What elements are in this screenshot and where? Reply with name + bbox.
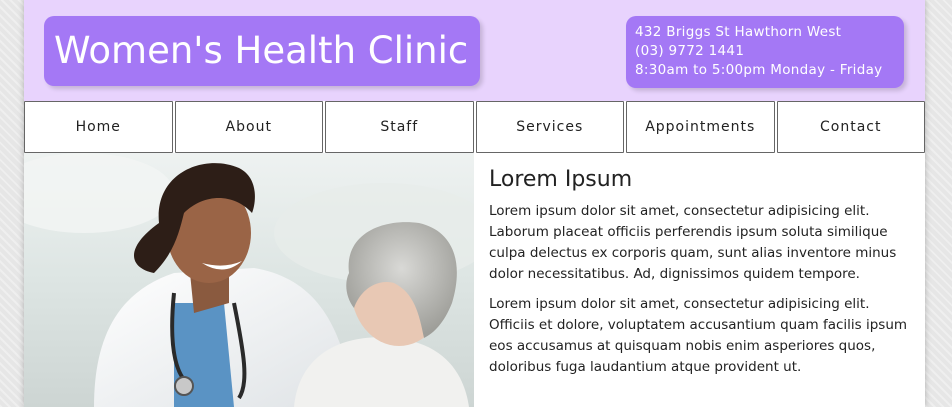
address-text: 432 Briggs St Hawthorn West — [635, 24, 842, 40]
phone-text: (03) 9772 1441 — [635, 43, 745, 59]
site-title: Women's Health Clinic — [54, 29, 469, 72]
nav-services[interactable]: Services — [475, 101, 624, 153]
main-content: Lorem Ipsum Lorem ipsum dolor sit amet, … — [489, 166, 914, 387]
hours-text: 8:30am to 5:00pm Monday - Friday — [635, 62, 883, 78]
nav-contact[interactable]: Contact — [776, 101, 925, 153]
main-nav: Home About Staff Services Appointments C… — [24, 101, 925, 153]
title-box: Women's Health Clinic — [44, 16, 480, 86]
nav-home[interactable]: Home — [24, 101, 173, 153]
hero-image — [24, 153, 474, 407]
nav-staff[interactable]: Staff — [325, 101, 474, 153]
page-container: Women's Health Clinic 432 Briggs St Hawt… — [24, 0, 925, 407]
nav-about[interactable]: About — [174, 101, 323, 153]
doctor-with-patient-photo — [24, 153, 474, 407]
site-header: Women's Health Clinic 432 Briggs St Hawt… — [24, 0, 925, 101]
content-paragraph-2: Lorem ipsum dolor sit amet, consectetur … — [489, 296, 908, 375]
content-heading: Lorem Ipsum — [489, 167, 633, 192]
nav-appointments[interactable]: Appointments — [626, 101, 775, 153]
contact-info-box: 432 Briggs St Hawthorn West (03) 9772 14… — [626, 16, 904, 88]
content-paragraph-1: Lorem ipsum dolor sit amet, consectetur … — [489, 203, 897, 282]
